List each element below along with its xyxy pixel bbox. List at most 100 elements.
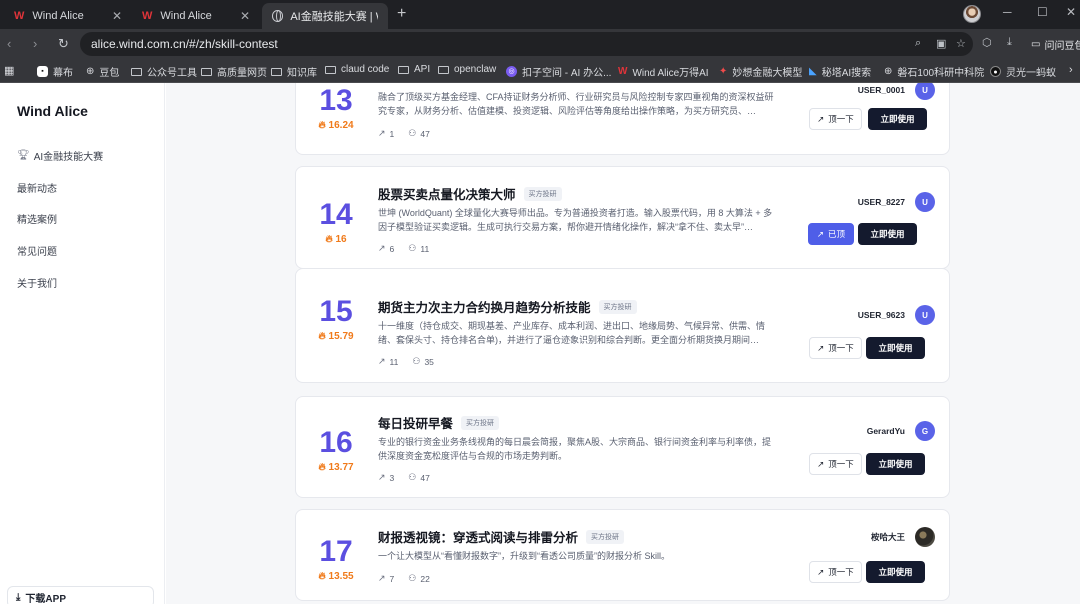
bookmark-folder-wechat-tools[interactable]: 公众号工具 bbox=[131, 64, 197, 79]
bookmark-coze-space[interactable]: ◎ 扣子空间 - AI 办公... bbox=[506, 64, 611, 79]
globe-icon bbox=[272, 10, 284, 22]
avatar bbox=[915, 527, 935, 547]
bookmark-folder-quality-pages[interactable]: 高质量网页 bbox=[201, 64, 267, 79]
browser-tab-active[interactable]: AI金融技能大赛 | Wind bbox=[262, 3, 388, 29]
brand-title[interactable]: Wind Alice bbox=[17, 103, 88, 119]
folder-icon bbox=[438, 65, 449, 74]
author-info[interactable]: GerardYu G bbox=[867, 421, 935, 441]
skill-title[interactable]: 每日投研早餐 bbox=[378, 413, 453, 432]
author-info[interactable]: USER_9623 U bbox=[858, 305, 935, 325]
maximize-icon[interactable]: ☐ bbox=[1037, 5, 1048, 19]
sidebar: Wind Alice 🏆︎ AI金融技能大赛 最新动态 精选案例 常见问题 关于… bbox=[0, 83, 165, 604]
translate-icon[interactable]: ▣ bbox=[936, 37, 946, 50]
skill-title[interactable]: 股票买卖点量化决策大师 bbox=[378, 184, 516, 203]
bookmark-folder-claude-code[interactable]: claud code bbox=[325, 64, 389, 75]
users-icon: ⚇ bbox=[408, 472, 417, 482]
skill-card-rank-14[interactable]: 14 🔥︎ 16 股票买卖点量化决策大师 买方投研 世坤 (WorldQuant… bbox=[295, 166, 950, 269]
trend-icon: ↗ bbox=[378, 243, 386, 253]
bookmark-folder-openclaw[interactable]: openclaw bbox=[438, 64, 496, 75]
sidebar-item-cases[interactable]: 精选案例 bbox=[17, 211, 57, 226]
sidebar-item-about[interactable]: 关于我们 bbox=[17, 275, 57, 290]
upvote-button[interactable]: ↗ 顶一下 bbox=[809, 337, 862, 359]
heat-score: 🔥︎ 13.77 bbox=[318, 462, 354, 473]
users-icon: ⚇ bbox=[408, 128, 417, 138]
trend-icon: ↗ bbox=[817, 566, 825, 577]
profile-avatar[interactable] bbox=[963, 5, 981, 23]
author-name: GerardYu bbox=[866, 426, 905, 436]
browser-tab-wind-alice-2[interactable]: W Wind Alice ✕ bbox=[132, 3, 260, 29]
skill-card-rank-13[interactable]: 13 🔥︎ 16.24 融合了顶级买方基金经理、CFA持证财务分析师、行业研究员… bbox=[295, 83, 950, 155]
bookmark-folder-api[interactable]: API bbox=[398, 64, 430, 75]
bookmark-mubu[interactable]: ▪ 幕布 bbox=[37, 64, 73, 79]
skill-card-rank-15[interactable]: 15 🔥︎ 15.79 期货主力次主力合约换月趋势分析技能 买方投研 十一维度（… bbox=[295, 268, 950, 383]
upvote-button[interactable]: ↗ 顶一下 bbox=[809, 453, 862, 475]
bookmark-folder-knowledge[interactable]: 知识库 bbox=[271, 64, 317, 79]
author-info[interactable]: USER_0001 U bbox=[858, 83, 935, 100]
skill-title[interactable]: 期货主力次主力合约换月趋势分析技能 bbox=[378, 297, 591, 316]
bookmark-wind-alice[interactable]: W Wind Alice万得AI bbox=[618, 64, 709, 79]
trophy-icon: 🏆︎ bbox=[17, 150, 30, 161]
author-info[interactable]: 桉哈大王 bbox=[871, 527, 935, 547]
bookmark-doubao[interactable]: ⊕ 豆包 bbox=[86, 64, 119, 79]
bookmark-miaoxiang[interactable]: ✦ 妙想金融大模型 bbox=[719, 64, 802, 79]
sidebar-item-skill-contest[interactable]: 🏆︎ AI金融技能大赛 bbox=[17, 148, 103, 163]
window-close-icon[interactable]: ✕ bbox=[1066, 5, 1076, 19]
bookmark-star-icon[interactable]: ☆ bbox=[956, 37, 966, 50]
chat-icon: ▭ bbox=[1031, 38, 1041, 50]
upvote-button[interactable]: ↗ 顶一下 bbox=[809, 108, 862, 130]
use-now-button[interactable]: 立即使用 bbox=[868, 108, 927, 130]
sidebar-item-faq[interactable]: 常见问题 bbox=[17, 243, 57, 258]
use-now-button[interactable]: 立即使用 bbox=[866, 453, 925, 475]
close-icon[interactable]: ✕ bbox=[112, 9, 122, 23]
category-tag: 买方投研 bbox=[461, 415, 500, 430]
close-icon[interactable]: ✕ bbox=[240, 9, 250, 23]
skill-card-rank-17[interactable]: 17 🔥︎ 13.55 财报透视镜：穿透式阅读与排雷分析 买方投研 一个让大模型… bbox=[295, 509, 950, 601]
reload-icon[interactable]: ↻ bbox=[58, 36, 69, 52]
new-tab-icon[interactable]: + bbox=[397, 5, 406, 23]
mubu-icon: ▪ bbox=[37, 66, 48, 77]
apps-grid-icon[interactable]: ▦ bbox=[4, 64, 14, 77]
browser-tab-wind-alice-1[interactable]: W Wind Alice ✕ bbox=[4, 3, 132, 29]
fire-icon: 🔥︎ bbox=[318, 331, 326, 342]
tab-label: Wind Alice bbox=[160, 10, 212, 22]
omnibox[interactable]: alice.wind.com.cn/#/zh/skill-contest ⌕ ▣… bbox=[80, 32, 973, 56]
use-now-button[interactable]: 立即使用 bbox=[866, 337, 925, 359]
avatar: U bbox=[915, 305, 935, 325]
bookmark-lingguang[interactable]: ● 灵光一蚂蚁 bbox=[990, 64, 1056, 79]
bookmarks-overflow-icon[interactable]: › bbox=[1069, 64, 1073, 76]
back-icon[interactable]: ‹ bbox=[7, 36, 11, 51]
url-text[interactable]: alice.wind.com.cn/#/zh/skill-contest bbox=[91, 37, 278, 51]
download-app-button[interactable]: ⤓ 下载APP bbox=[7, 586, 154, 604]
bookmark-panshi[interactable]: ⊕ 磐石100科研中科院 bbox=[884, 64, 984, 79]
sidebar-item-news[interactable]: 最新动态 bbox=[17, 180, 57, 195]
category-tag: 买方投研 bbox=[523, 186, 562, 201]
extension-icon[interactable]: ⬡ bbox=[982, 36, 992, 49]
bookmarks-bar: ▦ ▪ 幕布 ⊕ 豆包 公众号工具 高质量网页 知识库 claud code API… bbox=[0, 59, 1080, 83]
minimize-icon[interactable]: ─ bbox=[1003, 5, 1012, 19]
upvote-button[interactable]: ↗ 顶一下 bbox=[809, 561, 862, 583]
trend-icon: ↗ bbox=[378, 472, 386, 482]
trend-icon: ↗ bbox=[816, 228, 825, 239]
ask-doubao-button[interactable]: ▭ 问问豆包 bbox=[1027, 34, 1080, 54]
avatar: U bbox=[915, 83, 935, 100]
use-now-button[interactable]: 立即使用 bbox=[866, 561, 925, 583]
search-icon[interactable]: ⌕ bbox=[915, 37, 921, 50]
trend-icon: ↗ bbox=[378, 573, 386, 583]
wind-logo-icon: W bbox=[142, 10, 153, 22]
skill-card-rank-16[interactable]: 16 🔥︎ 13.77 每日投研早餐 买方投研 专业的银行资金业务条线视角的每日… bbox=[295, 396, 950, 498]
skill-description: 一个让大模型从“看懂财报数字”，升级到“看透公司质量”的财报分析 Skill。 bbox=[378, 551, 670, 561]
metaso-icon: ◣ bbox=[809, 66, 817, 77]
tab-label: AI金融技能大赛 | Wind bbox=[290, 11, 378, 23]
forward-icon[interactable]: › bbox=[33, 36, 37, 51]
use-now-button[interactable]: 立即使用 bbox=[858, 223, 917, 245]
rank-number: 16 bbox=[319, 426, 353, 459]
author-info[interactable]: USER_8227 U bbox=[858, 192, 935, 212]
heat-score: 🔥︎ 13.55 bbox=[318, 571, 354, 582]
wind-logo-icon: W bbox=[618, 66, 628, 77]
trend-icon: ↗ bbox=[817, 342, 825, 353]
upvote-button-voted[interactable]: ↗ 已顶 bbox=[808, 223, 854, 245]
bookmark-metaso[interactable]: ◣ 秘塔AI搜索 bbox=[809, 64, 871, 79]
download-icon[interactable]: ⤓ bbox=[1007, 36, 1012, 49]
skill-title[interactable]: 财报透视镜：穿透式阅读与排雷分析 bbox=[378, 527, 578, 546]
rank-number: 13 bbox=[319, 84, 353, 117]
